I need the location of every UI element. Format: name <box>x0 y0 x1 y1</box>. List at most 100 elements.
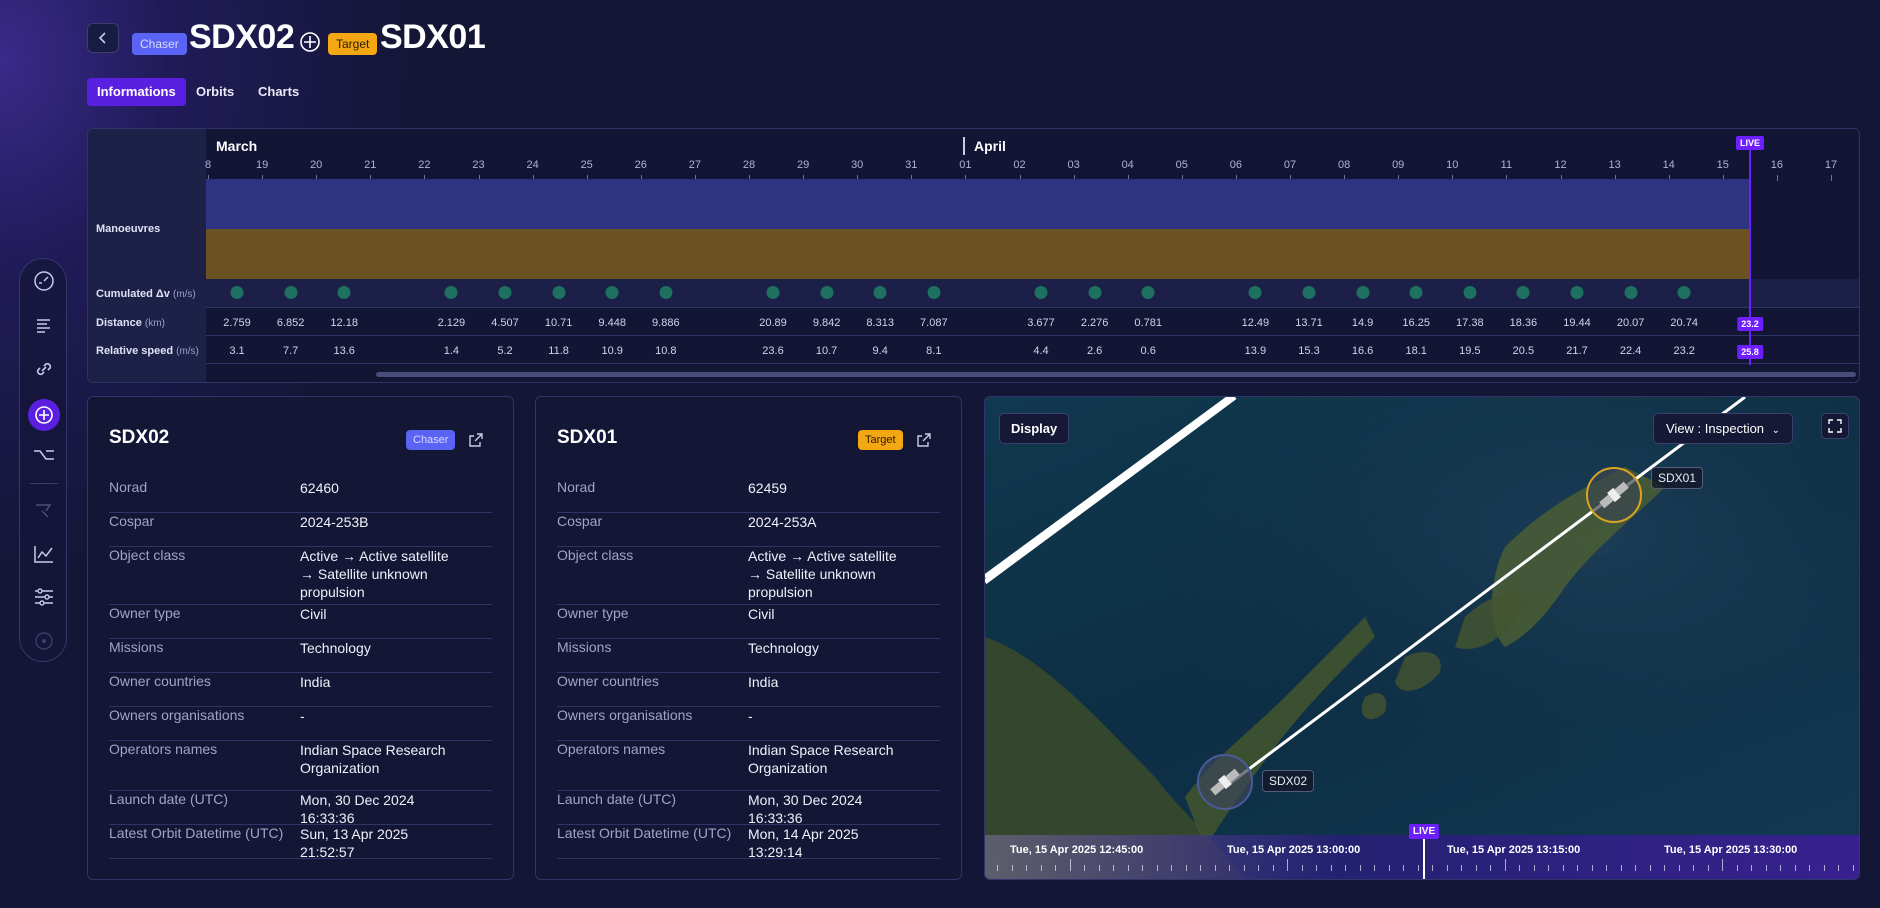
dv-marker[interactable] <box>1624 286 1638 299</box>
dv-marker[interactable] <box>1088 286 1102 299</box>
dv-marker[interactable] <box>1302 286 1316 299</box>
time-tick <box>1591 865 1593 871</box>
speed-value: 2.6 <box>1086 345 1103 357</box>
timeline-scrollbar[interactable] <box>376 372 1856 377</box>
info-value: India <box>748 674 779 690</box>
time-tick <box>1780 865 1781 871</box>
info-value: Civil <box>300 606 327 622</box>
info-value: Mon, 14 Apr 2025 13:29:14 <box>748 826 859 860</box>
speed-value: 19.5 <box>1459 345 1481 357</box>
info-value: Mon, 30 Dec 2024 16:33:36 <box>748 792 863 826</box>
dv-marker[interactable] <box>927 286 941 299</box>
info-value: Mon, 30 Dec 2024 16:33:36 <box>300 792 415 826</box>
info-value: Technology <box>300 640 371 656</box>
distance-value: 20.89 <box>759 317 787 329</box>
dv-marker[interactable] <box>1463 286 1477 299</box>
dv-marker[interactable] <box>1409 286 1423 299</box>
speed-value: 15.3 <box>1298 345 1320 357</box>
chaser-satellite-marker[interactable] <box>1197 754 1253 810</box>
dv-marker[interactable] <box>1034 286 1048 299</box>
speed-value: 20.5 <box>1512 345 1535 357</box>
speed-value: 21.7 <box>1566 345 1588 357</box>
dv-marker[interactable] <box>230 286 244 299</box>
info-key: Launch date (UTC) <box>109 791 229 807</box>
dv-marker[interactable] <box>1677 286 1691 299</box>
expand-icon <box>1828 419 1842 433</box>
time-tick <box>1316 865 1317 871</box>
branch-icon[interactable] <box>32 443 56 467</box>
sliders-icon[interactable] <box>32 585 56 609</box>
dv-marker[interactable] <box>1356 286 1370 299</box>
day-tick <box>1776 175 1778 181</box>
timeline-label-column: Manoeuvres Cumulated Δv (m/s) Distance (… <box>88 129 206 382</box>
dv-marker[interactable] <box>498 286 512 299</box>
day-label: 03 <box>1067 159 1080 171</box>
dv-marker[interactable] <box>605 286 619 299</box>
dv-marker[interactable] <box>820 286 834 299</box>
day-label: 17 <box>1824 159 1838 171</box>
speed-value: 10.7 <box>815 345 838 357</box>
dv-marker[interactable] <box>659 286 673 299</box>
fullscreen-button[interactable] <box>1821 413 1849 439</box>
dv-marker[interactable] <box>1516 286 1530 299</box>
satellite-icon <box>1599 481 1629 509</box>
chart-line-icon[interactable] <box>32 542 56 566</box>
cumulated-dv-label: Cumulated Δv (m/s) <box>96 288 196 300</box>
link-icon[interactable] <box>32 357 56 381</box>
dv-marker[interactable] <box>552 286 566 299</box>
day-label: 01 <box>959 159 972 171</box>
tab-orbits[interactable]: Orbits <box>186 78 244 106</box>
time-tick <box>1635 865 1636 871</box>
speed-value: 0.6 <box>1140 345 1156 357</box>
time-tick <box>1504 859 1506 871</box>
info-row: Latest Orbit Datetime (UTC) Mon, 14 Apr 2… <box>557 825 940 860</box>
day-label: 06 <box>1229 159 1243 171</box>
dv-marker[interactable] <box>1570 286 1584 299</box>
dashboard-icon[interactable] <box>32 269 56 293</box>
target-nav-icon[interactable] <box>28 399 60 431</box>
external-link-icon[interactable] <box>468 432 484 448</box>
info-row: Missions Technology <box>557 639 940 673</box>
live-time-badge: LIVE <box>1408 824 1440 839</box>
external-link-icon[interactable] <box>916 432 932 448</box>
speed-value: 13.6 <box>333 345 355 357</box>
dv-marker[interactable] <box>766 286 780 299</box>
target-satellite-marker[interactable] <box>1586 467 1642 523</box>
map-view[interactable]: Display View : Inspection ⌄ SDX01 SDX02 … <box>984 396 1860 880</box>
dv-marker[interactable] <box>1141 286 1155 299</box>
info-key: Object class <box>557 547 634 563</box>
dv-marker[interactable] <box>444 286 458 299</box>
dv-marker[interactable] <box>337 286 351 299</box>
tab-informations[interactable]: Informations <box>87 78 186 106</box>
time-tick <box>1084 865 1085 871</box>
time-tick <box>1577 865 1578 871</box>
dv-marker[interactable] <box>1248 286 1262 299</box>
info-row: Owner type Civil <box>557 605 940 639</box>
dv-marker[interactable] <box>873 286 887 299</box>
day-label: 21 <box>364 159 377 171</box>
day-label: 08 <box>1337 159 1351 171</box>
chaser-manoeuvre-band <box>206 179 1749 229</box>
target-card-badge: Target <box>858 430 903 450</box>
time-tick <box>1606 865 1607 871</box>
time-tick <box>1345 865 1346 871</box>
dv-marker[interactable] <box>284 286 298 299</box>
view-select[interactable]: View : Inspection ⌄ <box>1653 413 1794 444</box>
list-icon[interactable] <box>32 314 56 338</box>
time-tick <box>1432 865 1433 871</box>
info-value: Active → Active satellite → Satellite un… <box>300 548 449 600</box>
time-tick <box>1751 865 1752 871</box>
tab-charts[interactable]: Charts <box>248 78 309 106</box>
day-tick <box>1831 175 1832 181</box>
info-key: Owner type <box>109 605 181 621</box>
timeline[interactable]: Manoeuvres Cumulated Δv (m/s) Distance (… <box>87 128 1860 383</box>
speed-value: 18.1 <box>1405 345 1427 357</box>
back-button[interactable] <box>87 23 119 53</box>
display-button[interactable]: Display <box>999 413 1070 444</box>
live-badge: LIVE <box>1735 136 1765 150</box>
time-tick <box>1562 865 1564 871</box>
speed-value: 4.4 <box>1033 345 1049 357</box>
speed-value: 7.7 <box>282 345 299 357</box>
circle-icon <box>32 629 56 653</box>
time-tick <box>1809 865 1810 871</box>
